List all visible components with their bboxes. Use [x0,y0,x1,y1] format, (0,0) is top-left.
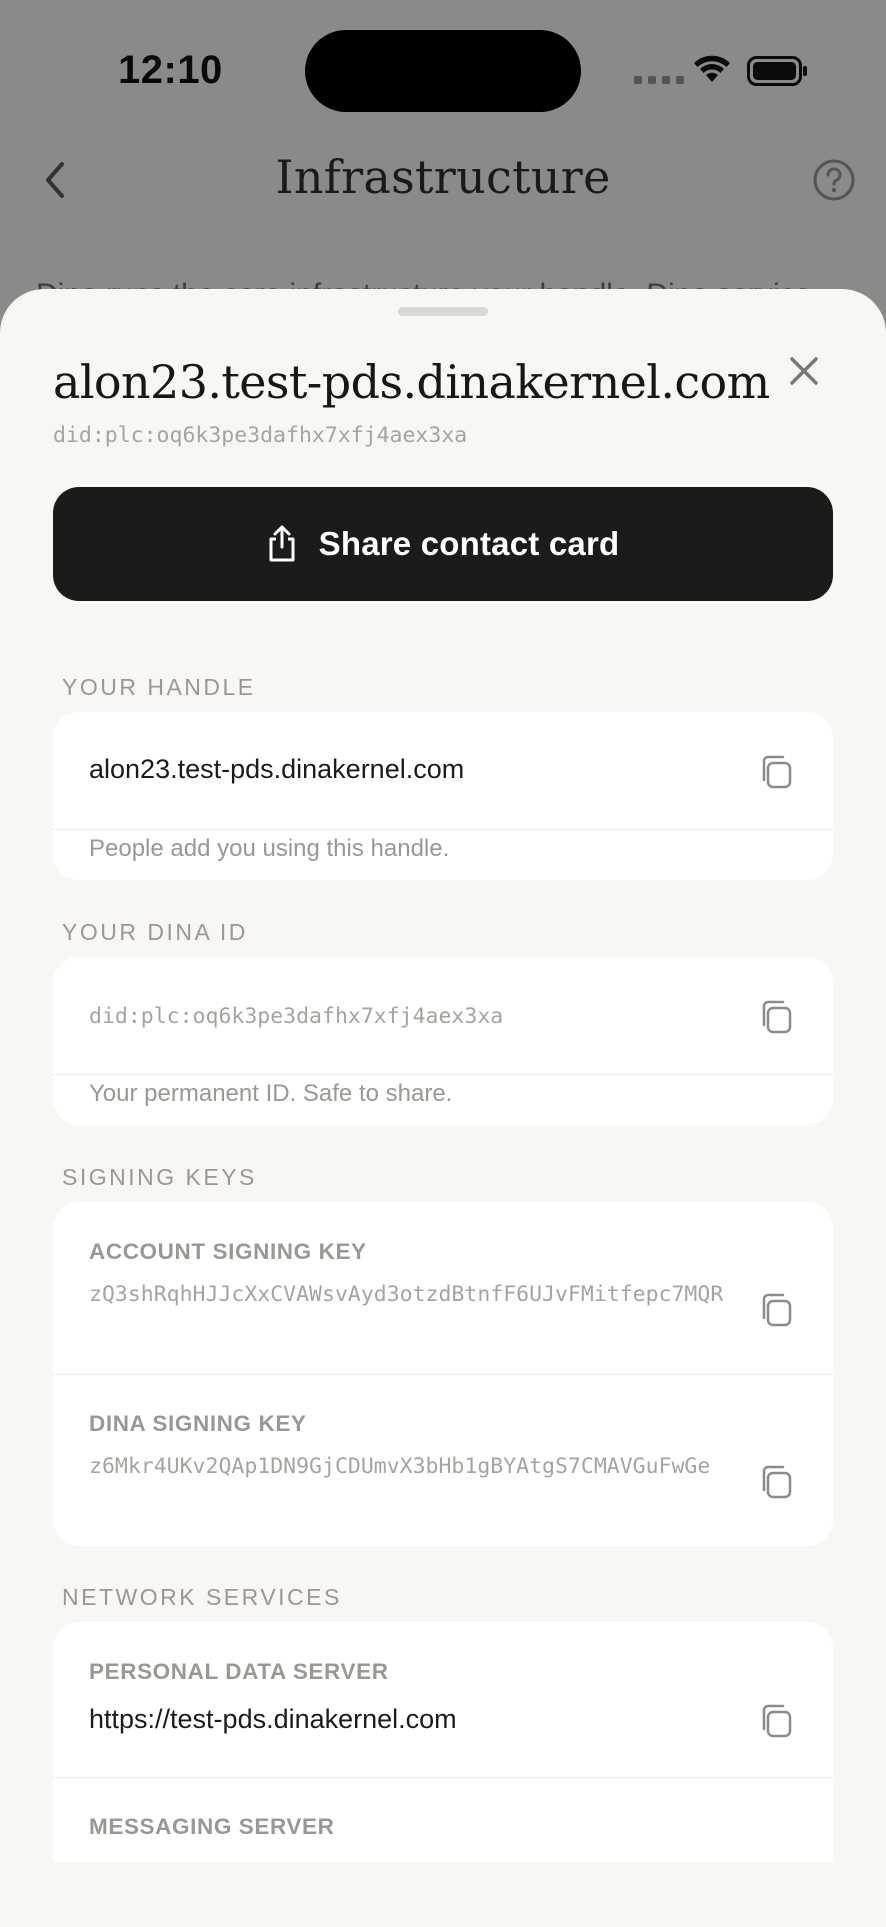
account-signing-key-value: zQ3shRqhHJJcXxCVAWsvAyd3otzdBtnfF6UJvFMi… [89,1282,724,1307]
account-signing-key-row: ACCOUNT SIGNING KEY zQ3shRqhHJJcXxCVAWsv… [53,1202,833,1374]
dina-id-row: did:plc:oq6k3pe3dafhx7xfj4aex3xa [53,957,833,1074]
sheet-did: did:plc:oq6k3pe3dafhx7xfj4aex3xa [53,423,468,448]
messaging-server-label: MESSAGING SERVER [89,1814,335,1839]
sheet-grabber[interactable] [398,307,488,316]
cellular-signal-icon [634,76,684,84]
share-contact-card-button[interactable]: Share contact card [53,487,833,601]
dina-id-value: did:plc:oq6k3pe3dafhx7xfj4aex3xa [89,1004,504,1029]
battery-icon [747,56,807,86]
copy-icon[interactable] [757,1290,797,1330]
section-label-dina-id: YOUR DINA ID [62,919,248,945]
handle-card: alon23.test-pds.dinakernel.com People ad… [53,712,833,880]
dynamic-island [305,30,581,112]
nav-bar: Infrastructure [0,140,886,220]
sheet-title: alon23.test-pds.dinakernel.com [53,355,770,409]
handle-row: alon23.test-pds.dinakernel.com [53,712,833,829]
signing-keys-card: ACCOUNT SIGNING KEY zQ3shRqhHJJcXxCVAWsv… [53,1202,833,1546]
pds-row: PERSONAL DATA SERVER https://test-pds.di… [53,1622,833,1777]
copy-icon[interactable] [757,997,797,1037]
wifi-icon [694,55,730,82]
copy-icon[interactable] [757,1701,797,1741]
section-label-network-services: NETWORK SERVICES [62,1584,342,1610]
section-label-handle: YOUR HANDLE [62,674,256,700]
divider [53,829,833,830]
close-icon[interactable] [782,349,826,393]
status-bar: 12:10 [0,0,886,140]
help-circle-icon[interactable] [812,158,856,202]
share-label: Share contact card [318,525,620,562]
page-title: Infrastructure [275,150,611,204]
account-signing-key-label: ACCOUNT SIGNING KEY [89,1239,367,1264]
dina-id-hint: Your permanent ID. Safe to share. [89,1080,453,1107]
contact-card-sheet: alon23.test-pds.dinakernel.com did:plc:o… [0,289,886,1927]
pds-label: PERSONAL DATA SERVER [89,1659,389,1684]
divider [53,1074,833,1075]
handle-value: alon23.test-pds.dinakernel.com [89,754,465,784]
handle-hint: People add you using this handle. [89,835,450,862]
section-label-signing-keys: SIGNING KEYS [62,1164,257,1190]
dina-signing-key-label: DINA SIGNING KEY [89,1411,307,1436]
dina-id-card: did:plc:oq6k3pe3dafhx7xfj4aex3xa Your pe… [53,957,833,1125]
copy-icon[interactable] [757,752,797,792]
network-services-card: PERSONAL DATA SERVER https://test-pds.di… [53,1622,833,1862]
status-time: 12:10 [118,48,223,92]
messaging-server-row: MESSAGING SERVER [53,1778,833,1862]
share-icon [269,525,295,562]
pds-value: https://test-pds.dinakernel.com [89,1704,457,1734]
copy-icon[interactable] [757,1462,797,1502]
dina-signing-key-value: z6Mkr4UKv2QAp1DN9GjCDUmvX3bHb1gBYAtgS7CM… [89,1454,711,1479]
dina-signing-key-row: DINA SIGNING KEY z6Mkr4UKv2QAp1DN9GjCDUm… [53,1375,833,1546]
